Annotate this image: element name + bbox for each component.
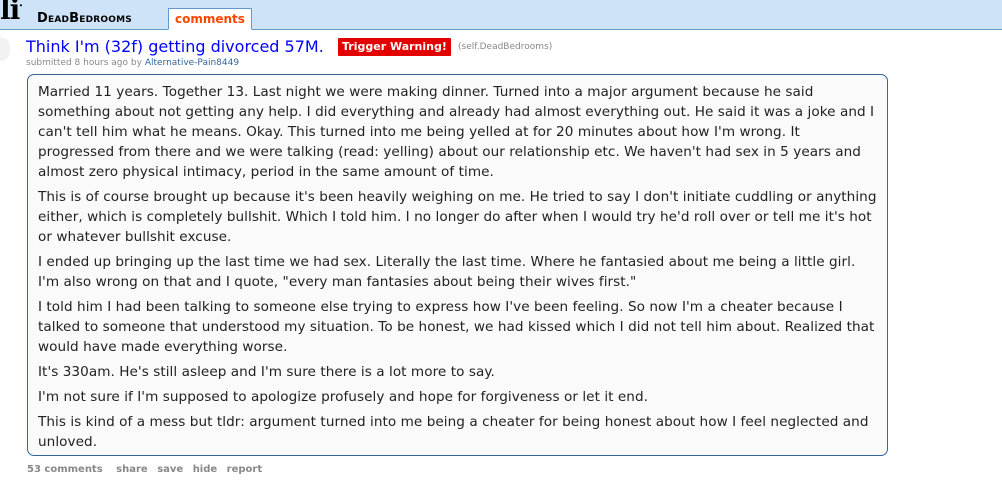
comments-link[interactable]: 53 comments [27, 464, 103, 475]
share-button[interactable]: share [116, 464, 148, 475]
reddit-logo[interactable]: lit [0, 0, 22, 29]
flair-badge: Trigger Warning! [338, 38, 451, 56]
post-action-buttons: 53 comments share save hide report [27, 464, 268, 475]
vote-area [0, 37, 14, 67]
post-paragraph: Married 11 years. Together 13. Last nigh… [38, 84, 875, 180]
post-tagline: submitted 8 hours ago by Alternative-Pai… [26, 58, 239, 68]
post-paragraph: I ended up bringing up the last time we … [38, 254, 856, 290]
report-button[interactable]: report [227, 464, 262, 475]
post-paragraph: This is kind of a mess but tldr: argumen… [38, 414, 869, 450]
post-paragraph: I'm not sure if I'm supposed to apologiz… [38, 389, 649, 405]
post-paragraph: This is of course brought up because it'… [38, 189, 877, 245]
subreddit-name-link[interactable]: DeadBedrooms [37, 11, 132, 26]
header-bar: lit DeadBedrooms comments [0, 0, 1002, 30]
tab-comments[interactable]: comments [168, 8, 252, 30]
hide-button[interactable]: hide [193, 464, 218, 475]
post-title-link[interactable]: Think I'm (32f) getting divorced 57M. [26, 37, 324, 56]
post-paragraph: I told him I had been talking to someone… [38, 299, 875, 355]
post-domain[interactable]: (self.DeadBedrooms) [458, 42, 552, 52]
upvote-arrow-icon[interactable] [0, 37, 10, 61]
author-link[interactable]: Alternative-Pain8449 [145, 58, 239, 68]
submitted-text: submitted 8 hours ago by [26, 58, 142, 68]
post-paragraph: It's 330am. He's still asleep and I'm su… [38, 364, 495, 380]
post-body: Married 11 years. Together 13. Last nigh… [27, 74, 888, 456]
save-button[interactable]: save [157, 464, 183, 475]
